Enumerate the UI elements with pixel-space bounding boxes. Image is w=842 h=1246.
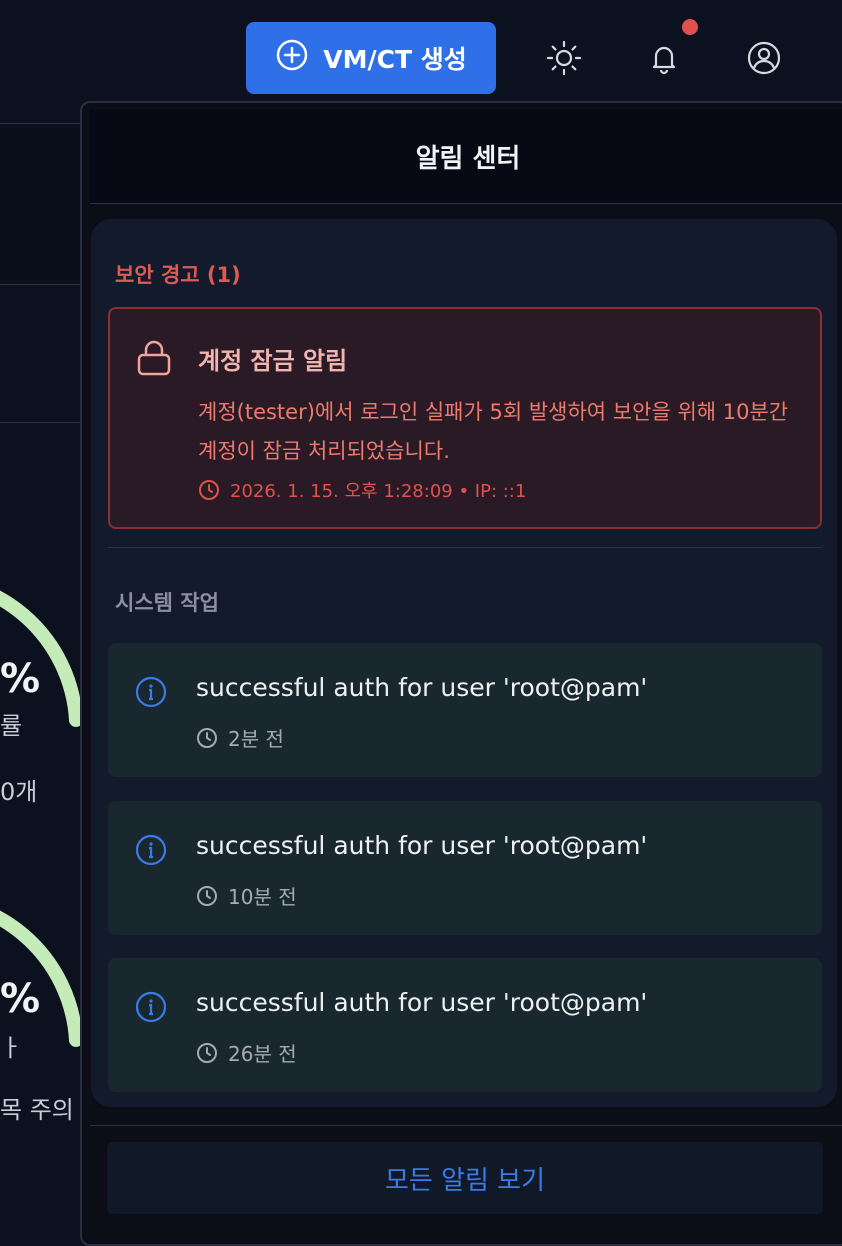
system-notification-item[interactable]: successful auth for user 'root@pam' 10분 … (108, 801, 822, 935)
user-menu-button[interactable] (744, 38, 784, 78)
notification-time-text: 26분 전 (228, 1042, 297, 1066)
section-divider (108, 547, 822, 548)
system-section-title: 시스템 작업 (115, 591, 219, 615)
user-circle-icon (747, 41, 781, 75)
create-vm-ct-button[interactable]: VM/CT 생성 (246, 22, 496, 94)
sun-icon (546, 40, 582, 76)
notification-center-panel: 알림 센터 보안 경고 (1) 계정 잠금 알림 계정(tester)에서 로그… (80, 101, 842, 1246)
notification-time-text: 10분 전 (228, 885, 297, 909)
bg-divider (0, 284, 80, 285)
notification-list[interactable]: 보안 경고 (1) 계정 잠금 알림 계정(tester)에서 로그인 실패가 … (91, 219, 837, 1107)
notification-message: successful auth for user 'root@pam' (196, 831, 648, 860)
lock-icon (136, 339, 172, 381)
clock-icon (197, 885, 217, 906)
bg-divider (0, 422, 80, 423)
gauge-percent: % (0, 976, 41, 1022)
plus-circle-icon (275, 38, 309, 78)
security-section-title: 보안 경고 (1) (115, 263, 241, 287)
notification-time: 2분 전 (196, 723, 284, 752)
alert-message: 계정(tester)에서 로그인 실패가 5회 발생하여 보안을 위해 10분간… (198, 400, 789, 463)
clock-icon (197, 1042, 217, 1063)
panel-title: 알림 센터 (90, 109, 842, 204)
gauge-sublabel: 목 주의 (0, 1096, 74, 1124)
clock-icon (199, 480, 219, 500)
alert-meta: 2026. 1. 15. 오후 1:28:09 • IP: ::1 (198, 477, 526, 503)
gauge-label: ㅏ (0, 1034, 23, 1062)
info-icon (135, 676, 167, 708)
system-notification-item[interactable]: successful auth for user 'root@pam' 2분 전 (108, 643, 822, 777)
notification-message: successful auth for user 'root@pam' (196, 988, 648, 1017)
notification-time: 10분 전 (196, 881, 297, 910)
create-vm-ct-label: VM/CT 생성 (323, 45, 467, 74)
security-alert-card[interactable]: 계정 잠금 알림 계정(tester)에서 로그인 실패가 5회 발생하여 보안… (108, 307, 822, 529)
theme-toggle-button[interactable] (544, 38, 584, 78)
system-notification-item[interactable]: successful auth for user 'root@pam' 26분 … (108, 958, 822, 1092)
alert-timestamp: 2026. 1. 15. 오후 1:28:09 • IP: ::1 (230, 481, 527, 502)
bg-panel (0, 124, 80, 284)
info-icon (135, 834, 167, 866)
notifications-button[interactable] (644, 38, 684, 78)
footer-divider (90, 1125, 842, 1126)
gauge-percent: % (0, 656, 41, 702)
view-all-notifications-button[interactable]: 모든 알림 보기 (107, 1142, 823, 1214)
notification-message: successful auth for user 'root@pam' (196, 673, 648, 702)
alert-title: 계정 잠금 알림 (198, 347, 348, 375)
gauge-sublabel: 0개 (0, 778, 38, 806)
gauge-label: 률 (0, 712, 23, 740)
clock-icon (197, 727, 217, 748)
notification-time-text: 2분 전 (228, 727, 284, 751)
notification-time: 26분 전 (196, 1038, 297, 1067)
notification-badge (679, 16, 701, 38)
info-icon (135, 991, 167, 1023)
bell-icon (652, 46, 676, 75)
